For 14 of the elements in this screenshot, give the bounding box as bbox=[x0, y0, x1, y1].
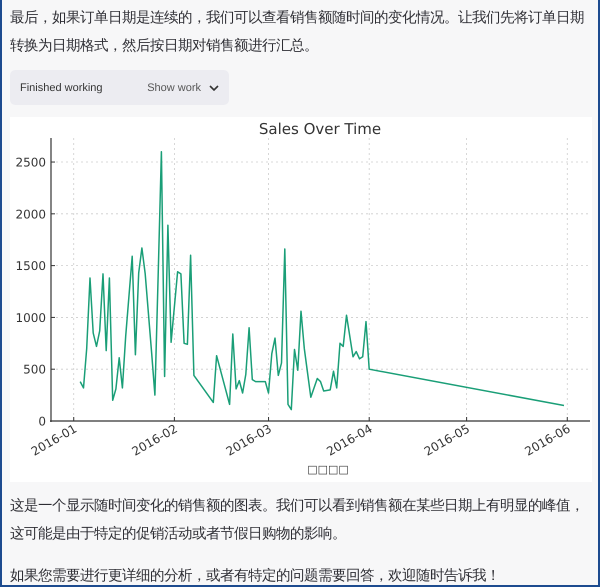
y-tick-label: 1000 bbox=[15, 310, 46, 325]
show-work-button[interactable]: Show work bbox=[147, 82, 219, 94]
status-label: Finished working bbox=[20, 82, 104, 94]
chart-title: Sales Over Time bbox=[258, 120, 382, 138]
chevron-icon bbox=[209, 84, 219, 90]
y-tick-label: 500 bbox=[23, 362, 46, 377]
y-tick-label: 2000 bbox=[15, 207, 46, 222]
closing-paragraph: 如果您需要进行更详细的分析，或者有特定的问题需要回答，欢迎随时告诉我！ bbox=[10, 566, 501, 585]
summary-paragraph: 这是一个显示随时间变化的销售额的图表。我们可以看到销售额在某些日期上有明显的峰值，这可能是由于特定的促销活动或者节假日购物的影响。 bbox=[10, 496, 585, 544]
intro-paragraph: 最后，如果订单日期是连续的，我们可以查看销售额随时间的变化情况。让我们先将订单日期转换为日期格式，然后按日期对销售额进行汇总。 bbox=[10, 8, 585, 56]
y-tick-label: 0 bbox=[38, 414, 46, 428]
x-axis-title: □□□□ bbox=[307, 463, 349, 476]
y-tick-label: 2500 bbox=[15, 156, 46, 170]
y-tick-label: 1500 bbox=[15, 259, 46, 274]
